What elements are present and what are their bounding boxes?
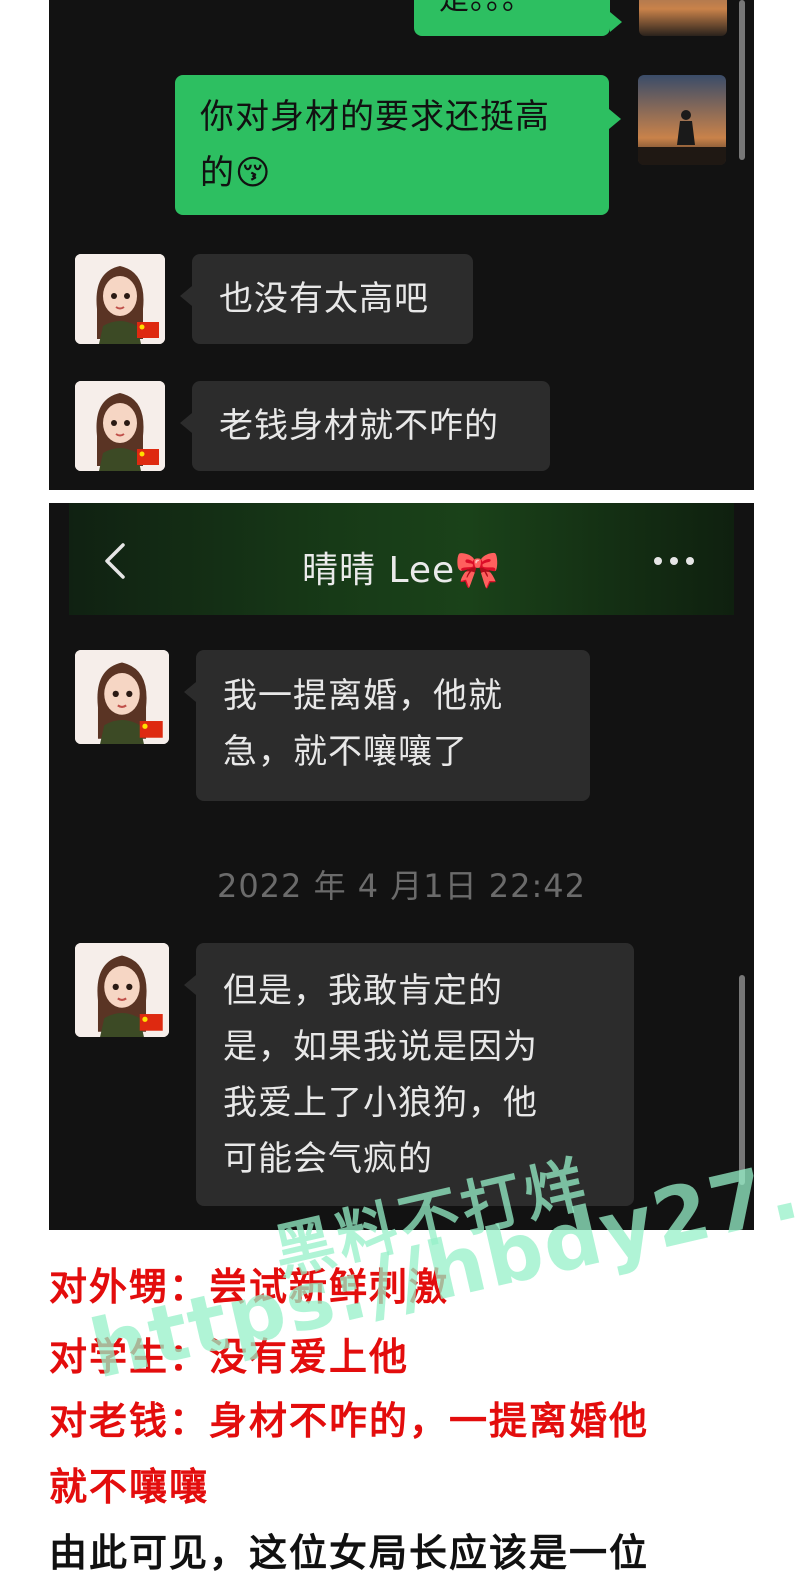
chat-screenshot: 晴晴 Lee🎀 我一提离婚，他就 急，就不嚷嚷了 2022 年 4 月1日 22… [49,503,754,1230]
outgoing-message-bubble[interactable]: 是。。。 [414,0,622,36]
caption-line: 就不嚷嚷 [49,1465,210,1509]
silhouette-icon [638,110,726,165]
girl-cartoon-avatar-icon [75,254,165,344]
caption-line: 对学生：没有爱上他 [49,1335,410,1379]
caption-line: 对外甥：尝试新鲜刺激 [49,1265,450,1309]
incoming-message-bubble[interactable]: 也没有太高吧 [180,254,473,344]
incoming-message-bubble[interactable]: 老钱身材就不咋的 [180,381,550,471]
contact-avatar[interactable] [75,650,169,744]
incoming-message-bubble[interactable]: 我一提离婚，他就 急，就不嚷嚷了 [184,650,590,801]
my-avatar[interactable] [639,0,727,36]
scrollbar[interactable] [739,0,745,160]
outgoing-message-bubble[interactable]: 你对身材的要求还挺高 的😚 [175,75,621,215]
more-options-icon[interactable] [652,555,696,567]
message-timestamp: 2022 年 4 月1日 22:42 [216,867,587,905]
contact-avatar[interactable] [75,254,165,344]
scrollbar[interactable] [739,975,745,1185]
girl-cartoon-avatar-icon [75,943,169,1037]
my-avatar[interactable] [638,75,726,165]
caption-line: 对老钱：身材不咋的，一提离婚他 [49,1399,650,1443]
incoming-message-bubble[interactable]: 但是，我敢肯定的 是，如果我说是因为 我爱上了小狼狗，他 可能会气疯的 [184,943,634,1206]
girl-cartoon-avatar-icon [75,650,169,744]
top-chat-screenshot: 是。。。 你对身材的要求还挺高 的😚 也没有太高吧 [49,0,754,490]
contact-avatar[interactable] [75,381,165,471]
girl-cartoon-avatar-icon [75,381,165,471]
contact-name: 晴晴 Lee🎀 [302,550,501,591]
contact-avatar[interactable] [75,943,169,1037]
chat-header: 晴晴 Lee🎀 [69,503,734,615]
conclusion-text: 由此可见，这位女局长应该是一位 [49,1531,650,1575]
